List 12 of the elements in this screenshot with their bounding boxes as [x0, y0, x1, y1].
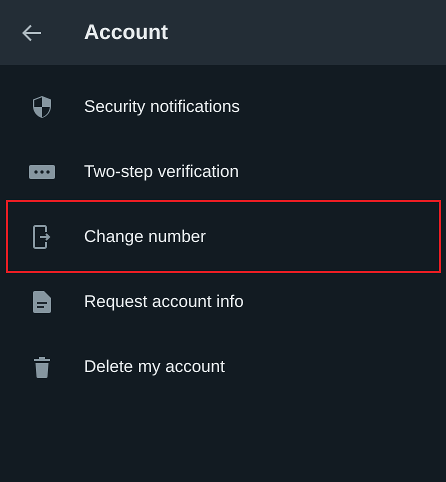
settings-item[interactable]: Two-step verification [10, 139, 437, 204]
settings-item[interactable]: Request account info [10, 269, 437, 334]
settings-item[interactable]: Delete my account [10, 334, 437, 399]
screen-title: Account [84, 20, 168, 44]
phone-exit-icon [33, 224, 51, 248]
trash-icon [34, 356, 50, 378]
back-arrow-icon[interactable] [22, 24, 42, 42]
shield-icon [32, 94, 52, 118]
settings-item[interactable]: Change number [10, 204, 437, 269]
settings-item[interactable]: Security notifications [10, 74, 437, 139]
document-icon [33, 290, 51, 312]
password-dots-icon [29, 164, 55, 178]
